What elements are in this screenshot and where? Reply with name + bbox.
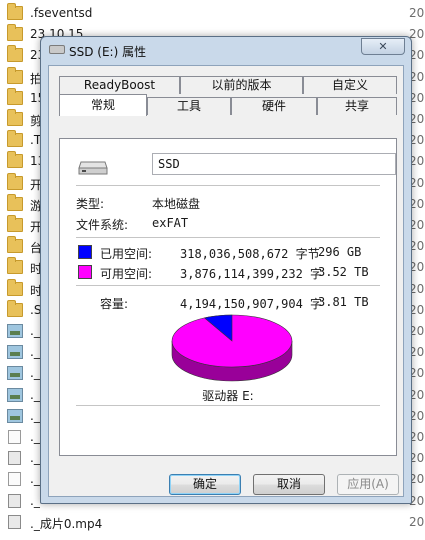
- folder-icon: [7, 24, 23, 42]
- folder-icon: [7, 151, 23, 169]
- folder-icon: [7, 193, 23, 211]
- title-bar[interactable]: SSD (E:) 属性 ✕: [41, 37, 411, 65]
- folder-icon: [7, 130, 23, 148]
- divider: [76, 237, 380, 238]
- file-name: ._: [30, 387, 40, 402]
- free-space-size: 3.52 TB: [318, 265, 369, 279]
- capacity-label: 容量:: [100, 297, 129, 311]
- image-icon: [7, 366, 23, 381]
- divider: [76, 185, 380, 186]
- cancel-button[interactable]: 取消: [253, 474, 325, 495]
- file-name: ._: [30, 408, 40, 423]
- divider: [76, 405, 380, 406]
- used-space-swatch: [78, 245, 92, 259]
- folder-icon: [7, 172, 23, 190]
- used-space-bytes: 318,036,508,672 字节: [180, 247, 320, 261]
- image-icon: [7, 345, 23, 360]
- file-name: ._: [30, 472, 40, 487]
- tab-sharing[interactable]: 共享: [317, 97, 397, 115]
- properties-dialog[interactable]: SSD (E:) 属性 ✕ ReadyBoost 以前的版本 自定义 常规 工具…: [40, 36, 412, 504]
- file-date: 20: [409, 6, 425, 20]
- type-value: 本地磁盘: [152, 197, 201, 211]
- image-icon: [7, 387, 23, 402]
- file-name: ._: [30, 345, 40, 360]
- file-list-item[interactable]: ._成片0.mp4 20: [0, 513, 425, 534]
- folder-icon: [7, 236, 23, 254]
- file-system-label: 文件系统:: [76, 218, 129, 232]
- close-button[interactable]: ✕: [361, 38, 405, 55]
- tab-previous-versions[interactable]: 以前的版本: [180, 76, 303, 94]
- file-system-value: exFAT: [152, 216, 189, 230]
- folder-icon: [7, 87, 23, 105]
- tab-tools[interactable]: 工具: [147, 97, 231, 115]
- apply-button[interactable]: 应用(A): [337, 474, 399, 495]
- drive-name-input[interactable]: [152, 153, 396, 175]
- capacity-bytes: 4,194,150,907,904 字: [180, 297, 323, 311]
- used-space-size: 296 GB: [318, 245, 362, 259]
- folder-icon: [7, 278, 23, 296]
- used-space-label: 已用空间:: [100, 247, 153, 261]
- file-name: ._成片0.mp4: [30, 516, 103, 531]
- drive-icon: [49, 45, 65, 54]
- free-space-bytes: 3,876,114,399,232 字: [180, 267, 323, 281]
- media-icon: [8, 514, 21, 529]
- folder-icon: [7, 109, 23, 126]
- divider: [76, 285, 380, 286]
- folder-icon: [7, 3, 23, 20]
- ok-button[interactable]: 确定: [169, 474, 241, 495]
- folder-icon: [7, 215, 23, 232]
- dialog-body: ReadyBoost 以前的版本 自定义 常规 工具 硬件 共享 类型: 本地磁…: [48, 65, 404, 497]
- file-icon: [8, 430, 21, 444]
- image-icon: [7, 408, 23, 423]
- file-icon: [8, 472, 21, 487]
- disk-usage-pie-chart: [171, 314, 293, 382]
- image-icon: [7, 324, 23, 338]
- tab-readyboost[interactable]: ReadyBoost: [59, 76, 180, 94]
- type-label: 类型:: [76, 197, 105, 211]
- hard-drive-icon: [78, 161, 108, 175]
- general-tab-panel: 类型: 本地磁盘 文件系统: exFAT 已用空间: 318,036,508,6…: [59, 138, 397, 456]
- file-name: ._: [30, 493, 40, 508]
- folder-icon: [7, 299, 23, 317]
- file-name: ._: [30, 430, 40, 444]
- file-list-item[interactable]: .fseventsd 20: [0, 3, 425, 25]
- close-icon: ✕: [378, 40, 388, 53]
- drive-letter-label: 驱动器 E:: [202, 389, 254, 403]
- folder-icon: [7, 66, 23, 84]
- folder-icon: [7, 45, 23, 63]
- tab-customize[interactable]: 自定义: [303, 76, 397, 94]
- free-space-swatch: [78, 265, 92, 279]
- dialog-title: SSD (E:) 属性: [69, 45, 147, 59]
- media-icon: [8, 451, 21, 466]
- file-date: 20: [409, 514, 425, 529]
- folder-icon: [7, 257, 23, 275]
- file-name: .fseventsd: [30, 6, 93, 20]
- tab-general[interactable]: 常规: [59, 94, 147, 116]
- tab-hardware[interactable]: 硬件: [231, 97, 317, 115]
- file-name: ._: [30, 451, 40, 466]
- capacity-size: 3.81 TB: [318, 295, 369, 309]
- media-icon: [8, 493, 21, 508]
- file-name: ._: [30, 324, 40, 338]
- file-name: ._: [30, 366, 40, 381]
- free-space-label: 可用空间:: [100, 267, 153, 281]
